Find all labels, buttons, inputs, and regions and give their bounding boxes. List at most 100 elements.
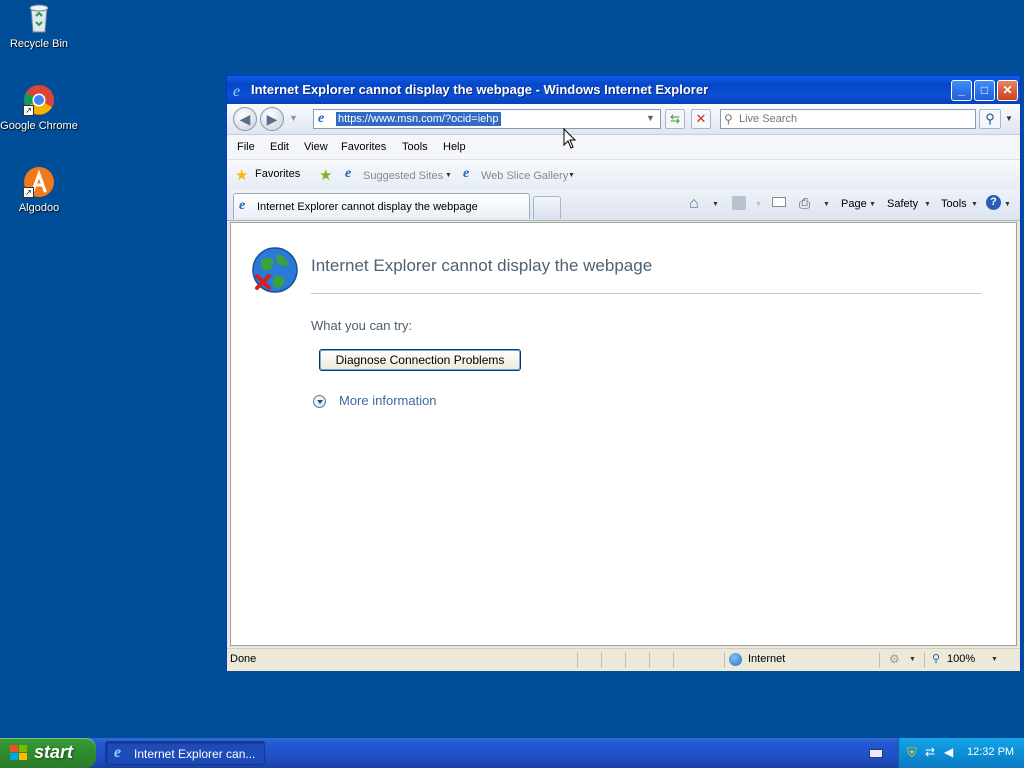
desktop-icon-google-chrome[interactable]: ↗ Google Chrome	[0, 84, 78, 132]
menu-tools[interactable]: Tools	[402, 141, 428, 153]
suggested-sites-icon: e	[345, 166, 352, 181]
favorites-button[interactable]: Favorites	[255, 168, 300, 180]
page-icon: e	[318, 111, 325, 126]
tools-menu[interactable]: Tools	[941, 198, 967, 210]
more-information-link[interactable]: More information	[339, 393, 437, 408]
divider	[311, 293, 981, 294]
feeds-dropdown-icon[interactable]: ▼	[755, 201, 762, 208]
search-options-dropdown-icon[interactable]: ▼	[1005, 114, 1013, 123]
keyboard-icon[interactable]	[869, 749, 883, 758]
menu-edit[interactable]: Edit	[270, 141, 289, 153]
zoom-dropdown-icon[interactable]: ▼	[991, 656, 998, 663]
back-button[interactable]: ◀	[233, 107, 257, 131]
add-to-favorites-bar-icon[interactable]: ★	[319, 166, 332, 184]
taskbar-item-label: Internet Explorer can...	[134, 747, 256, 761]
protected-mode-icon[interactable]: ⚙	[889, 652, 900, 666]
clock[interactable]: 12:32 PM	[967, 746, 1014, 758]
zoom-icon: ⚲	[932, 653, 941, 665]
expand-chevron-icon[interactable]	[313, 395, 326, 408]
start-label: start	[34, 742, 74, 762]
window-title: Internet Explorer cannot display the web…	[251, 82, 709, 97]
internet-zone-icon	[729, 653, 742, 666]
forward-button[interactable]: ▶	[260, 107, 284, 131]
protected-mode-dropdown-icon[interactable]: ▼	[909, 656, 916, 663]
status-divider	[673, 652, 674, 668]
desktop-icon-recycle-bin[interactable]: Recycle Bin	[0, 2, 78, 50]
taskbar: start e Internet Explorer can... ⛨ ⇄ ◀ 1…	[0, 738, 1024, 768]
search-input[interactable]	[739, 111, 967, 127]
zoom-level[interactable]: 100%	[947, 653, 975, 665]
taskbar-item-ie[interactable]: e Internet Explorer can...	[105, 741, 265, 765]
tab-page-icon: e	[239, 198, 246, 213]
title-bar[interactable]: e Internet Explorer cannot display the w…	[227, 76, 1020, 104]
desktop-icon-algodoo[interactable]: ↗ Algodoo	[0, 166, 78, 214]
safety-dropdown-icon[interactable]: ▼	[924, 201, 931, 208]
recent-pages-dropdown-icon[interactable]: ▼	[289, 113, 298, 123]
page-menu[interactable]: Page	[841, 198, 867, 210]
status-bar: Done Internet ⚙ ▼ ⚲ 100% ▼	[227, 648, 1020, 671]
search-box[interactable]: ⚲	[720, 109, 976, 129]
search-provider-icon: ⚲	[724, 112, 733, 126]
desktop-icon-label: Algodoo	[18, 202, 60, 214]
status-text: Done	[230, 653, 257, 665]
minimize-button[interactable]: _	[951, 80, 972, 101]
read-mail-icon[interactable]	[772, 197, 786, 207]
menu-view[interactable]: View	[304, 141, 328, 153]
favorites-star-icon: ★	[235, 167, 249, 184]
tools-dropdown-icon[interactable]: ▼	[971, 201, 978, 208]
windows-flag-icon	[10, 745, 28, 764]
diagnose-connection-button[interactable]: Diagnose Connection Problems	[319, 349, 521, 371]
algodoo-icon: ↗	[23, 166, 55, 198]
web-slice-gallery-dropdown-icon[interactable]: ▼	[568, 172, 575, 179]
home-icon[interactable]: ⌂	[689, 195, 699, 213]
maximize-button[interactable]: □	[974, 80, 995, 101]
favorites-bar: ★ Favorites ★ e Suggested Sites ▼ e Web …	[227, 159, 1020, 190]
print-icon[interactable]: ⎙	[799, 195, 810, 212]
print-dropdown-icon[interactable]: ▼	[823, 201, 830, 208]
suggested-sites-dropdown-icon[interactable]: ▼	[445, 172, 452, 179]
chrome-icon: ↗	[23, 84, 55, 116]
search-button[interactable]: ⚲	[979, 109, 1001, 129]
address-bar[interactable]: e https://www.msn.com/?ocid=iehp ▼	[313, 109, 661, 129]
menu-file[interactable]: File	[237, 141, 255, 153]
page-content: Internet Explorer cannot display the web…	[230, 222, 1017, 646]
feeds-icon[interactable]	[732, 196, 746, 210]
ie-taskbar-icon: e	[114, 744, 122, 761]
status-divider	[924, 652, 925, 668]
desktop-icon-label: Google Chrome	[0, 120, 78, 132]
status-divider	[724, 652, 725, 668]
security-zone-text[interactable]: Internet	[748, 653, 785, 665]
close-button[interactable]: ✕	[997, 80, 1018, 101]
menu-favorites[interactable]: Favorites	[341, 141, 386, 153]
ie-logo-icon: e	[232, 82, 248, 101]
system-tray: ⛨ ⇄ ◀ 12:32 PM	[898, 738, 1024, 768]
mouse-cursor-icon	[563, 127, 577, 153]
status-divider	[879, 652, 880, 668]
menu-help[interactable]: Help	[443, 141, 466, 153]
new-tab-button[interactable]	[533, 196, 561, 219]
web-slice-gallery-link[interactable]: Web Slice Gallery	[481, 170, 568, 182]
address-toolbar: ◀ ▶ ▼ e https://www.msn.com/?ocid=iehp ▼…	[227, 104, 1020, 135]
safety-menu[interactable]: Safety	[887, 198, 918, 210]
volume-icon[interactable]: ◀	[944, 745, 953, 759]
security-shield-icon[interactable]: ⛨	[907, 745, 917, 761]
address-dropdown-icon[interactable]: ▼	[646, 113, 655, 123]
network-icon[interactable]: ⇄	[925, 745, 935, 759]
status-divider	[625, 652, 626, 668]
what-you-can-try-label: What you can try:	[311, 318, 413, 333]
address-url[interactable]: https://www.msn.com/?ocid=iehp	[336, 112, 501, 126]
page-dropdown-icon[interactable]: ▼	[869, 201, 876, 208]
help-dropdown-icon[interactable]: ▼	[1004, 201, 1011, 208]
shortcut-arrow-icon: ↗	[23, 187, 34, 198]
home-dropdown-icon[interactable]: ▼	[712, 201, 719, 208]
tab-current[interactable]: e Internet Explorer cannot display the w…	[233, 193, 530, 219]
status-divider	[601, 652, 602, 668]
status-divider	[649, 652, 650, 668]
stop-button[interactable]: ✕	[691, 109, 711, 129]
suggested-sites-link[interactable]: Suggested Sites	[363, 170, 443, 182]
refresh-button[interactable]: ⇆	[665, 109, 685, 129]
help-icon[interactable]: ?	[986, 195, 1001, 210]
status-divider	[577, 652, 578, 668]
start-button[interactable]: start	[0, 738, 96, 768]
shortcut-arrow-icon: ↗	[23, 105, 34, 116]
